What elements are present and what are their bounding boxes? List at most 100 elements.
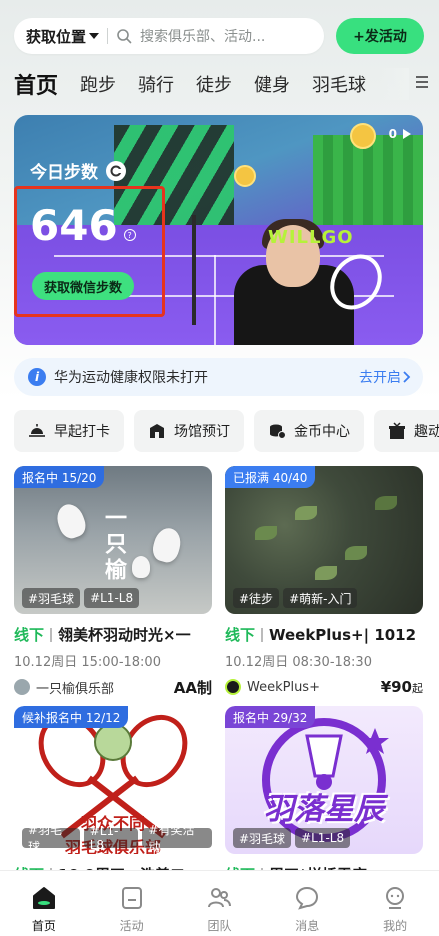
club-avatar: [225, 679, 241, 695]
tag: #萌新-入门: [283, 588, 358, 608]
activity-card[interactable]: 羽众不同 羽毛球俱乐部 候补报名中 12/12 #羽毛球 #L1-L8 #有奖活…: [14, 706, 212, 885]
notice-text: 华为运动健康权限未打开: [54, 370, 208, 386]
menu-icon[interactable]: [415, 76, 429, 88]
activity-tags: #羽毛球 #L1-L8 #有奖活动: [22, 823, 212, 854]
tag: #L1-L8: [84, 588, 140, 608]
category-tabs: 首页 跑步 骑行 徒步 健身 羽毛球: [14, 68, 429, 100]
leaf-image: [295, 506, 317, 520]
cover-title: 羽落星辰: [264, 792, 384, 827]
coin-icon: [234, 165, 256, 187]
gift-icon: [389, 422, 405, 439]
chip-coin-center[interactable]: 金币中心: [254, 410, 364, 452]
title-divider: [261, 627, 263, 642]
activity-card[interactable]: 羽落星辰 报名中 29/32 #羽毛球 #L1-L8 线下 周四*样桥雲席: [225, 706, 423, 885]
shirt-print: WILLGO: [268, 227, 354, 248]
tab-running[interactable]: 跑步: [80, 71, 116, 97]
tag: #L1-L8: [295, 828, 351, 848]
coin-icon: [350, 123, 376, 149]
price-value: ¥90: [380, 678, 412, 696]
cover-title: 一只榆: [101, 506, 127, 584]
search-input[interactable]: 搜索俱乐部、活动...: [140, 26, 265, 46]
activity-cover: 羽众不同 羽毛球俱乐部 候补报名中 12/12 #羽毛球 #L1-L8 #有奖活…: [14, 706, 212, 854]
activity-cover: 一只榆 报名中 15/20 #羽毛球 #L1-L8: [14, 466, 212, 614]
annotation-highlight-box: [14, 186, 165, 317]
nav-label: 团队: [207, 919, 232, 933]
mode-label: 线下: [225, 626, 256, 644]
team-icon: [208, 888, 232, 908]
activity-tags: #羽毛球 #L1-L8: [233, 828, 351, 848]
activity-title: 翎美杯羽动时光×一: [58, 626, 191, 644]
nav-label: 消息: [295, 919, 320, 933]
sunrise-icon: [29, 424, 45, 437]
leaf-image: [315, 566, 337, 580]
status-badge: 已报满 40/40: [225, 466, 316, 488]
shuttlecock-image: [132, 556, 150, 578]
activity-tags: #羽毛球 #L1-L8: [22, 588, 140, 608]
tab-home[interactable]: 首页: [14, 68, 58, 100]
tag: #羽毛球: [22, 823, 80, 854]
tab-badminton[interactable]: 羽毛球: [312, 71, 366, 97]
tag: #有奖活动: [142, 823, 212, 854]
location-selector[interactable]: 获取位置: [26, 26, 100, 47]
activity-card[interactable]: 一只榆 报名中 15/20 #羽毛球 #L1-L8 线下 翎美杯羽动时光×一 1…: [14, 466, 212, 698]
activity-cover: 已报满 40/40 #徒步 #萌新-入门: [225, 466, 423, 614]
location-label: 获取位置: [26, 27, 87, 46]
nav-profile[interactable]: 我的: [365, 885, 425, 934]
activity-tags: #徒步 #萌新-入门: [233, 588, 358, 608]
quick-actions: 早起打卡 场馆预订 金币中心 趣动: [14, 410, 439, 452]
nav-label: 首页: [31, 919, 56, 933]
permission-notice[interactable]: i 华为运动健康权限未打开 去开启: [14, 358, 423, 396]
post-activity-button[interactable]: +发活动: [336, 18, 424, 54]
activity-title-row: 线下 WeekPlus+| 1012 |: [225, 624, 423, 645]
nav-messages[interactable]: 消息: [277, 885, 337, 934]
chip-fun[interactable]: 趣动: [374, 410, 439, 452]
tab-fitness[interactable]: 健身: [254, 71, 290, 97]
club-name: WeekPlus+: [247, 679, 320, 695]
tag: #羽毛球: [233, 828, 292, 848]
chip-label: 趣动: [414, 424, 439, 440]
search-box[interactable]: 获取位置 搜索俱乐部、活动...: [14, 18, 324, 54]
status-badge: 报名中 15/20: [14, 466, 105, 488]
club-avatar: [14, 679, 30, 695]
nav-home[interactable]: 首页: [14, 885, 74, 934]
bottom-navigation: 首页 活动 团队 消息 我的: [0, 870, 439, 936]
home-icon: [32, 887, 55, 909]
tag: #徒步: [233, 588, 280, 608]
message-icon: [296, 886, 319, 910]
leaf-image: [375, 496, 397, 510]
enable-permission-link[interactable]: 去开启: [359, 367, 411, 387]
net-post: [192, 215, 196, 325]
chevron-right-icon: [403, 371, 411, 383]
tag: #L1-L8: [83, 824, 139, 852]
tabs-fade: [379, 68, 409, 100]
activity-icon: [121, 887, 142, 909]
activity-time: 10.12周日 15:00-18:00: [14, 655, 161, 670]
title-divider: [50, 627, 53, 642]
steps-title: 今日步数: [30, 158, 126, 183]
activity-title: WeekPlus+| 1012 |: [268, 625, 423, 644]
tab-cycling[interactable]: 骑行: [138, 71, 174, 97]
nav-activity[interactable]: 活动: [102, 885, 162, 934]
search-icon: [117, 29, 132, 44]
chip-label: 场馆预订: [174, 424, 230, 440]
activity-card[interactable]: 已报满 40/40 #徒步 #萌新-入门 线下 WeekPlus+| 1012 …: [225, 466, 423, 698]
club-name: 一只榆俱乐部: [36, 681, 115, 697]
chip-label: 金币中心: [294, 424, 350, 440]
enable-permission-label: 去开启: [359, 370, 401, 386]
tab-hiking[interactable]: 徒步: [196, 71, 232, 97]
chip-early-checkin[interactable]: 早起打卡: [14, 410, 124, 452]
chip-label: 早起打卡: [54, 424, 110, 440]
leaf-image: [255, 526, 277, 540]
refresh-icon[interactable]: [106, 160, 126, 181]
status-badge: 报名中 29/32: [225, 706, 316, 728]
profile-icon: [386, 887, 405, 909]
building-icon: [150, 424, 164, 438]
activity-footer: 一只榆俱乐部 AA制: [14, 676, 212, 698]
activity-price: ¥90起: [381, 678, 423, 696]
info-icon: i: [28, 368, 46, 386]
nav-team[interactable]: 团队: [189, 885, 249, 934]
search-divider: [107, 28, 109, 44]
chip-venue-booking[interactable]: 场馆预订: [134, 410, 244, 452]
search-row: 获取位置 搜索俱乐部、活动... +发活动: [14, 18, 424, 54]
activity-title-row: 线下 翎美杯羽动时光×一: [14, 624, 212, 645]
